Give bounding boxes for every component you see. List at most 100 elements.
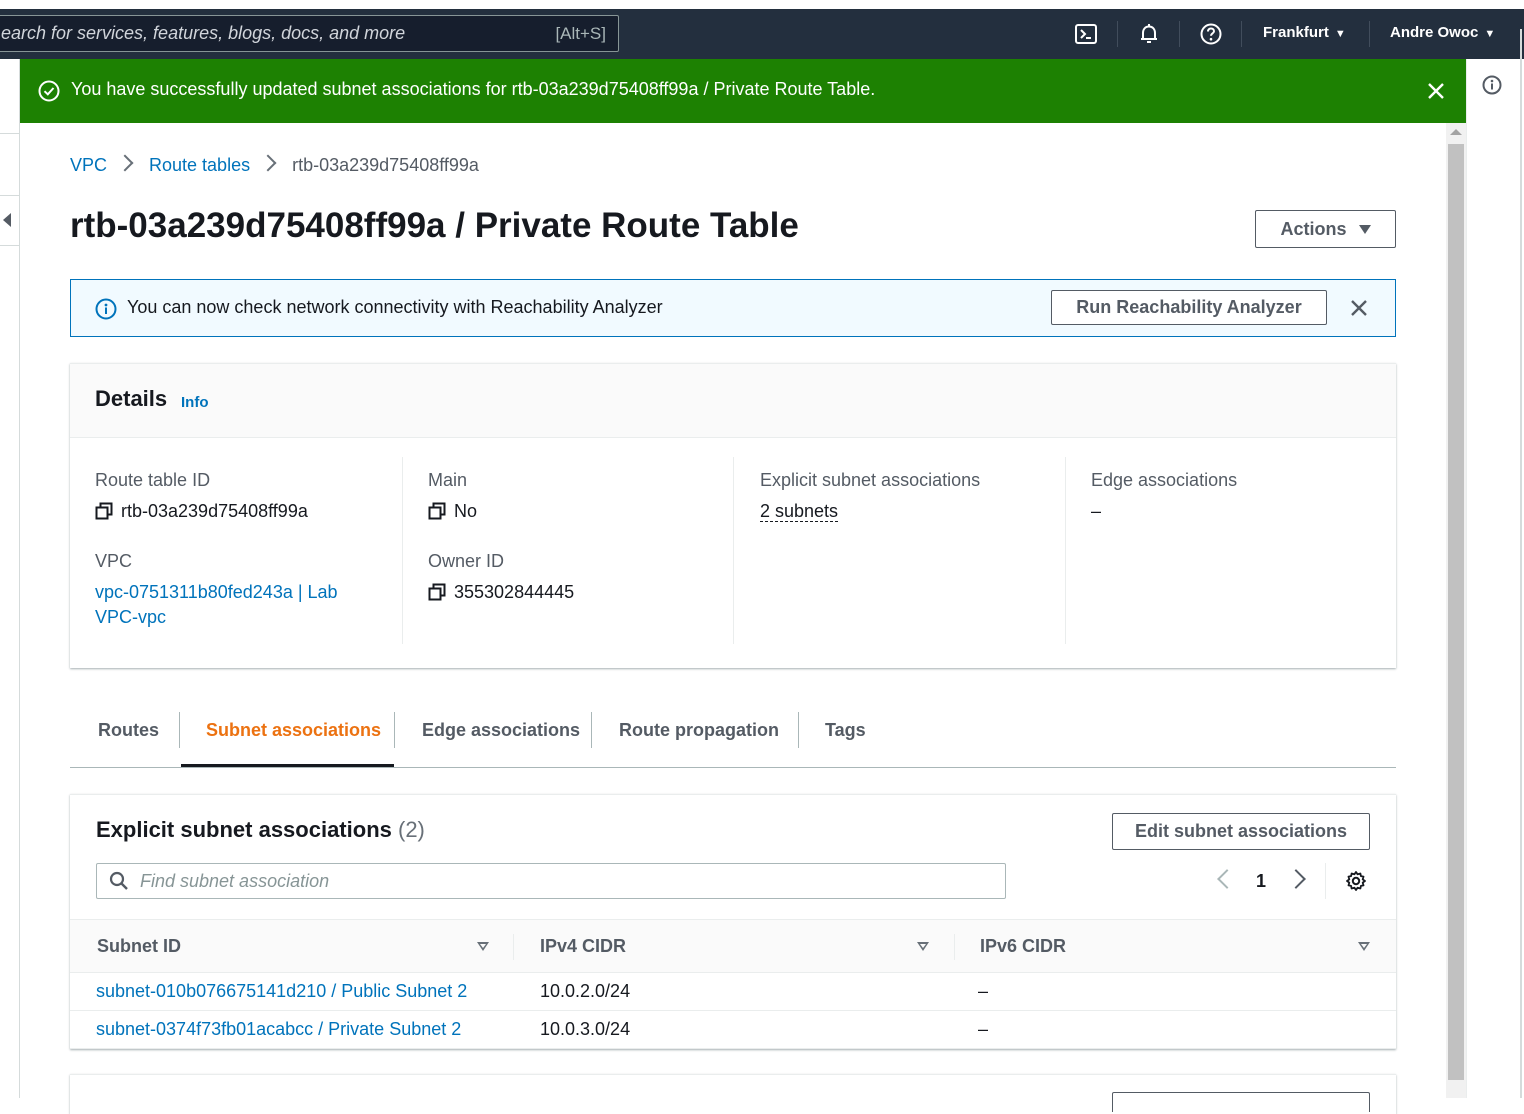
global-search-input[interactable]: earch for services, features, blogs, doc…: [0, 15, 619, 52]
subnet-link[interactable]: subnet-0374f73fb01acabcc / Private Subne…: [96, 1019, 461, 1040]
info-panel-icon[interactable]: [1482, 75, 1502, 95]
actions-label: Actions: [1280, 219, 1347, 239]
nav-divider: [1179, 21, 1180, 47]
subnet-associations-heading: Explicit subnet associations (2): [96, 817, 425, 843]
column-header-ipv6-cidr[interactable]: IPv6 CIDR: [980, 936, 1066, 957]
details-column-1: Route table ID rtb-03a239d75408ff99a VPC…: [70, 457, 403, 644]
column-header-ipv4-cidr[interactable]: IPv4 CIDR: [540, 936, 626, 957]
rail-divider: [0, 245, 20, 246]
page-title: rtb-03a239d75408ff99a / Private Route Ta…: [70, 206, 799, 245]
previous-page-icon[interactable]: [1217, 869, 1237, 889]
gear-icon[interactable]: [1345, 870, 1367, 892]
tab-edge-associations[interactable]: Edge associations: [422, 710, 580, 768]
tab-routes[interactable]: Routes: [98, 710, 159, 768]
partial-button[interactable]: [1112, 1092, 1370, 1112]
explicit-subnet-associations-panel: Explicit subnet associations (2) Edit su…: [70, 794, 1396, 1049]
explicit-subnets-count: 2 subnets: [760, 501, 839, 522]
region-label: Frankfurt: [1263, 24, 1329, 41]
column-divider[interactable]: [954, 934, 955, 960]
search-icon: [109, 871, 129, 891]
help-icon[interactable]: [1199, 22, 1223, 46]
owner-id-value: 355302844445: [428, 582, 574, 603]
region-selector[interactable]: Frankfurt ▼: [1263, 24, 1346, 41]
breadcrumb-current: rtb-03a239d75408ff99a: [292, 155, 479, 175]
notifications-bell-icon[interactable]: [1137, 22, 1161, 46]
close-icon[interactable]: [1347, 296, 1371, 320]
details-header: Details Info: [70, 364, 1396, 438]
caret-down-icon: [1358, 225, 1371, 234]
route-table-tabs: Routes Subnet associations Edge associat…: [70, 710, 1396, 768]
ipv6-cidr-cell: –: [978, 1019, 989, 1039]
edit-subnet-associations-button[interactable]: Edit subnet associations: [1112, 813, 1370, 850]
column-header-subnet-id[interactable]: Subnet ID: [97, 936, 181, 957]
user-name: Andre Owoc: [1390, 24, 1479, 41]
browser-top-strip: [0, 0, 1524, 9]
ipv4-cidr-cell: 10.0.3.0/24: [540, 1019, 631, 1039]
browser-edge: [1520, 29, 1522, 1098]
details-heading: Details: [95, 386, 168, 411]
column-divider[interactable]: [513, 934, 514, 960]
chevron-right-icon: [116, 154, 134, 172]
sort-icon[interactable]: [477, 942, 489, 951]
vpc-link-line-1: vpc-0751311b80fed243a | Lab: [95, 582, 338, 602]
close-icon[interactable]: [1424, 79, 1448, 103]
left-navigation-rail: [0, 59, 20, 1098]
next-page-icon[interactable]: [1286, 869, 1306, 889]
find-placeholder: Find subnet association: [140, 871, 330, 891]
account-menu[interactable]: Andre Owoc ▼: [1390, 24, 1495, 41]
caret-down-icon: ▼: [1334, 28, 1346, 40]
search-placeholder: earch for services, features, blogs, doc…: [1, 23, 406, 43]
tab-divider: [394, 712, 395, 748]
actions-button[interactable]: Actions: [1255, 210, 1396, 248]
caret-down-icon: ▼: [1484, 28, 1496, 40]
owner-id-label: Owner ID: [428, 551, 505, 571]
route-table-id-label: Route table ID: [95, 470, 211, 490]
copy-icon[interactable]: [428, 583, 446, 601]
explicit-subnet-associations-label: Explicit subnet associations: [760, 470, 981, 490]
vpc-link-line-2: VPC-vpc: [95, 607, 167, 627]
details-info-link[interactable]: Info: [181, 394, 209, 411]
owner-id: 355302844445: [454, 582, 575, 602]
vpc-link[interactable]: vpc-0751311b80fed243a | Lab VPC-vpc: [95, 580, 338, 630]
breadcrumb-vpc[interactable]: VPC: [70, 155, 107, 175]
cloudshell-icon[interactable]: [1074, 22, 1098, 46]
tab-route-propagation[interactable]: Route propagation: [619, 710, 779, 768]
right-tools-rail: [1466, 29, 1524, 1098]
scrollbar-thumb[interactable]: [1448, 144, 1464, 1080]
edge-associations-label: Edge associations: [1091, 470, 1238, 490]
rail-divider: [0, 133, 20, 134]
details-panel: Details Info Route table ID rtb-03a239d7…: [70, 363, 1396, 668]
current-page-number[interactable]: 1: [1256, 871, 1266, 892]
subnet-link[interactable]: subnet-010b076675141d210 / Public Subnet…: [96, 981, 467, 1002]
route-table-id-value: rtb-03a239d75408ff99a: [95, 501, 308, 522]
info-icon: [95, 298, 117, 320]
explicit-subnet-associations-value[interactable]: 2 subnets: [760, 501, 839, 522]
details-column-3: Explicit subnet associations 2 subnets: [733, 457, 1065, 644]
run-reachability-analyzer-button[interactable]: Run Reachability Analyzer: [1051, 290, 1327, 325]
chevron-right-icon: [259, 154, 277, 172]
sort-icon[interactable]: [1358, 942, 1370, 951]
nav-divider: [1369, 21, 1370, 47]
nav-divider: [1117, 21, 1118, 47]
edge-associations-value: –: [1091, 501, 1102, 521]
vpc-label: VPC: [95, 551, 133, 571]
main-value-text: No: [454, 501, 478, 521]
scroll-up-icon[interactable]: [1450, 129, 1462, 135]
details-column-4: Edge associations –: [1065, 457, 1396, 644]
copy-icon[interactable]: [428, 502, 446, 520]
find-subnet-association-input[interactable]: Find subnet association: [96, 863, 1006, 899]
ipv6-cidr-cell: –: [978, 981, 989, 1001]
tab-subnet-associations[interactable]: Subnet associations: [206, 710, 381, 768]
copy-icon[interactable]: [95, 502, 113, 520]
expand-nav-icon[interactable]: [3, 213, 11, 227]
tab-tags[interactable]: Tags: [825, 710, 866, 768]
tab-divider: [179, 712, 180, 748]
breadcrumb-route-tables[interactable]: Route tables: [149, 155, 250, 175]
sort-icon[interactable]: [917, 942, 929, 951]
rail-divider: [0, 195, 20, 196]
page-scrollbar[interactable]: [1446, 123, 1466, 1098]
search-shortcut: [Alt+S]: [555, 24, 606, 43]
top-navigation: earch for services, features, blogs, doc…: [0, 9, 1524, 59]
table-row: subnet-0374f73fb01acabcc / Private Subne…: [70, 1011, 1396, 1049]
main-label: Main: [428, 470, 468, 490]
